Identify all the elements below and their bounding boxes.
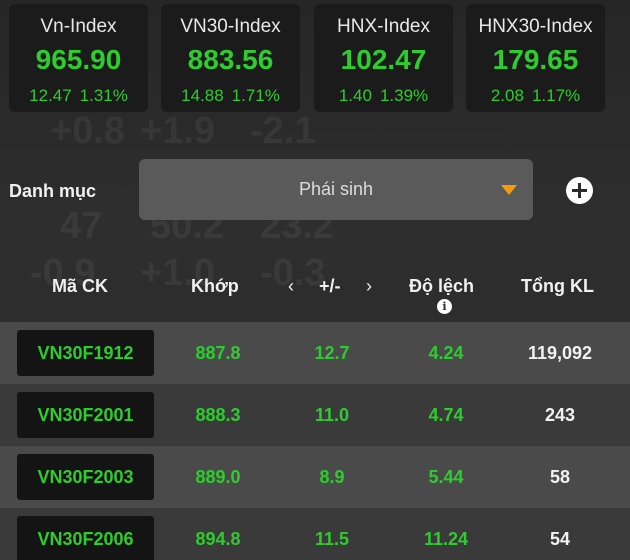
- ticker-code[interactable]: VN30F2001: [17, 392, 154, 438]
- index-change: 2.08 1.17%: [466, 86, 605, 106]
- deviation: 11.24: [423, 529, 469, 549]
- total-volume: 119,092: [527, 343, 593, 363]
- index-name: HNX30-Index: [478, 16, 593, 37]
- column-header-code[interactable]: Mã CK: [52, 276, 108, 297]
- match-price: 889.0: [195, 467, 241, 487]
- price-change: 11.0: [314, 405, 350, 425]
- index-name: VN30-Index: [180, 16, 281, 37]
- background-decoration: +1.9: [140, 110, 216, 152]
- index-change-percent: 1.17%: [531, 86, 581, 105]
- index-cards: Vn-Index 965.90 12.47 1.31% VN30-Index 88…: [9, 4, 621, 114]
- total-volume: 54: [549, 529, 571, 549]
- index-change-points: 2.08: [490, 86, 524, 105]
- index-change: 1.40 1.39%: [314, 86, 453, 106]
- add-icon[interactable]: [566, 177, 593, 204]
- index-card-hnx30[interactable]: HNX30-Index 179.65 2.08 1.17%: [466, 4, 605, 112]
- column-header-change[interactable]: +/-: [319, 276, 341, 297]
- index-value: 102.47: [340, 44, 427, 75]
- match-price: 888.3: [195, 405, 241, 425]
- index-change-points: 12.47: [29, 86, 72, 105]
- index-name: HNX-Index: [337, 16, 430, 37]
- price-change: 8.9: [319, 467, 345, 487]
- deviation: 5.44: [428, 467, 464, 487]
- total-volume: 243: [544, 405, 576, 425]
- index-change-percent: 1.71%: [231, 86, 280, 105]
- ticker-code[interactable]: VN30F1912: [17, 330, 154, 376]
- background-decoration: +0.8: [50, 110, 126, 152]
- index-card-vn30[interactable]: VN30-Index 883.56 14.88 1.71%: [161, 4, 300, 112]
- table-row[interactable]: VN30F2006 894.8 11.5 11.24 54: [0, 508, 630, 560]
- index-change: 12.47 1.31%: [9, 86, 148, 106]
- total-volume: 58: [549, 467, 571, 487]
- index-value: 179.65: [492, 44, 579, 75]
- price-change: 11.5: [314, 529, 350, 549]
- index-value: 883.56: [187, 44, 274, 75]
- index-change-percent: 1.31%: [79, 86, 128, 105]
- table-row[interactable]: VN30F1912 887.8 12.7 4.24 119,092: [0, 322, 630, 384]
- column-header-volume[interactable]: Tổng KL: [521, 276, 594, 297]
- deviation: 4.24: [428, 343, 464, 363]
- ticker-code[interactable]: VN30F2003: [17, 454, 154, 500]
- match-price: 887.8: [195, 343, 241, 363]
- price-change: 12.7: [314, 343, 350, 363]
- index-change-points: 1.40: [338, 86, 372, 105]
- screen: +0.8 +1.9 -2.1 47 50.2 23.2 -0.9 +1.0 -0…: [0, 0, 630, 560]
- ticker-code[interactable]: VN30F2006: [17, 516, 154, 560]
- table-row[interactable]: VN30F2001 888.3 11.0 4.74 243: [0, 384, 630, 446]
- chevron-left-icon[interactable]: ‹: [288, 276, 294, 297]
- background-decoration: 47: [60, 205, 103, 247]
- index-card-hnx[interactable]: HNX-Index 102.47 1.40 1.39%: [314, 4, 453, 112]
- index-change: 14.88 1.71%: [161, 86, 300, 106]
- background-decoration: -2.1: [250, 110, 316, 152]
- index-change-percent: 1.39%: [379, 86, 429, 105]
- index-name: Vn-Index: [40, 16, 117, 37]
- column-header-deviation[interactable]: Độ lệch: [409, 276, 474, 297]
- table-row[interactable]: VN30F2003 889.0 8.9 5.44 58: [0, 446, 630, 508]
- category-label: Danh mục: [9, 181, 97, 201]
- index-change-points: 14.88: [181, 86, 224, 105]
- index-value: 965.90: [35, 44, 122, 75]
- category-dropdown[interactable]: Phái sinh: [139, 159, 533, 220]
- chevron-down-icon: [501, 185, 517, 195]
- category-selected-value: Phái sinh: [298, 179, 374, 199]
- index-card-vn[interactable]: Vn-Index 965.90 12.47 1.31%: [9, 4, 148, 112]
- deviation: 4.74: [428, 405, 464, 425]
- column-header-match[interactable]: Khớp: [191, 276, 239, 297]
- info-icon[interactable]: i: [437, 299, 452, 314]
- chevron-right-icon[interactable]: ›: [366, 276, 372, 297]
- match-price: 894.8: [195, 529, 241, 549]
